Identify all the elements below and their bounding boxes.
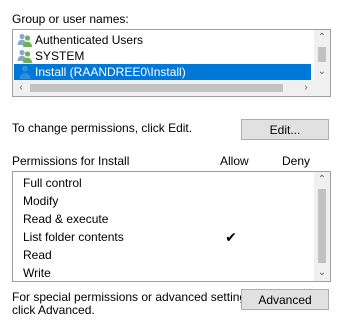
- scroll-left-arrow-icon[interactable]: ‹: [13, 80, 29, 96]
- group-user-listbox[interactable]: Authenticated Users SYSTEM Install (RAANDR…: [12, 29, 331, 97]
- user-list-item[interactable]: SYSTEM: [14, 48, 311, 64]
- scrollbar-corner: [314, 80, 330, 96]
- user-icon: [17, 64, 33, 80]
- scroll-up-arrow-icon[interactable]: ⌃: [314, 172, 330, 188]
- allow-column-header: Allow: [220, 154, 249, 168]
- user-list-item-label: Install (RAANDREE0\Install): [35, 65, 186, 79]
- permission-name: Write: [23, 266, 51, 280]
- advanced-hint-line2: click Advanced.: [12, 303, 95, 317]
- permissions-for-header: Permissions for Install: [12, 154, 130, 168]
- permission-name: List folder contents: [23, 230, 124, 244]
- user-list-item[interactable]: Install (RAANDREE0\Install): [14, 64, 311, 80]
- permission-row: Read & execute: [13, 210, 313, 228]
- edit-button[interactable]: Edit...: [241, 119, 329, 140]
- permission-name: Read: [23, 248, 52, 262]
- permission-name: Full control: [23, 176, 82, 190]
- permissions-vertical-scrollbar[interactable]: ⌃ ⌄: [314, 172, 330, 281]
- users-group-icon: [17, 48, 33, 64]
- permission-name: Read & execute: [23, 212, 109, 226]
- advanced-button[interactable]: Advanced: [241, 289, 329, 310]
- scroll-up-arrow-icon[interactable]: ⌃: [314, 30, 330, 46]
- scroll-right-arrow-icon[interactable]: ›: [298, 80, 314, 96]
- scroll-down-arrow-icon[interactable]: ⌄: [314, 265, 330, 281]
- scroll-thumb[interactable]: [318, 47, 326, 62]
- scroll-thumb[interactable]: [318, 189, 326, 263]
- permissions-listbox[interactable]: Full control Modify Read & execute List fol…: [12, 171, 331, 282]
- permission-row: Modify: [13, 192, 313, 210]
- user-list-item-label: SYSTEM: [35, 49, 85, 63]
- user-list-item[interactable]: Authenticated Users: [14, 32, 311, 48]
- group-list-vertical-scrollbar[interactable]: ⌃ ⌄: [314, 30, 330, 80]
- users-group-icon: [17, 32, 33, 48]
- allow-checkmark-icon: ✔: [225, 229, 237, 245]
- permission-name: Modify: [23, 194, 59, 208]
- group-or-user-names-label: Group or user names:: [12, 12, 129, 26]
- advanced-hint-line1: For special permissions or advanced sett…: [12, 290, 256, 304]
- permission-row: List folder contents ✔: [13, 228, 313, 246]
- user-list-item-label: Authenticated Users: [35, 33, 144, 47]
- change-permissions-hint: To change permissions, click Edit.: [12, 121, 193, 135]
- horizontal-scroll-thumb[interactable]: [30, 84, 283, 92]
- permission-row: Read: [13, 246, 313, 264]
- group-list-horizontal-scrollbar[interactable]: ‹ ›: [13, 80, 314, 96]
- permission-row: Full control: [13, 174, 313, 192]
- scroll-down-arrow-icon[interactable]: ⌄: [314, 64, 330, 80]
- deny-column-header: Deny: [282, 154, 311, 168]
- permission-row: Write: [13, 264, 313, 281]
